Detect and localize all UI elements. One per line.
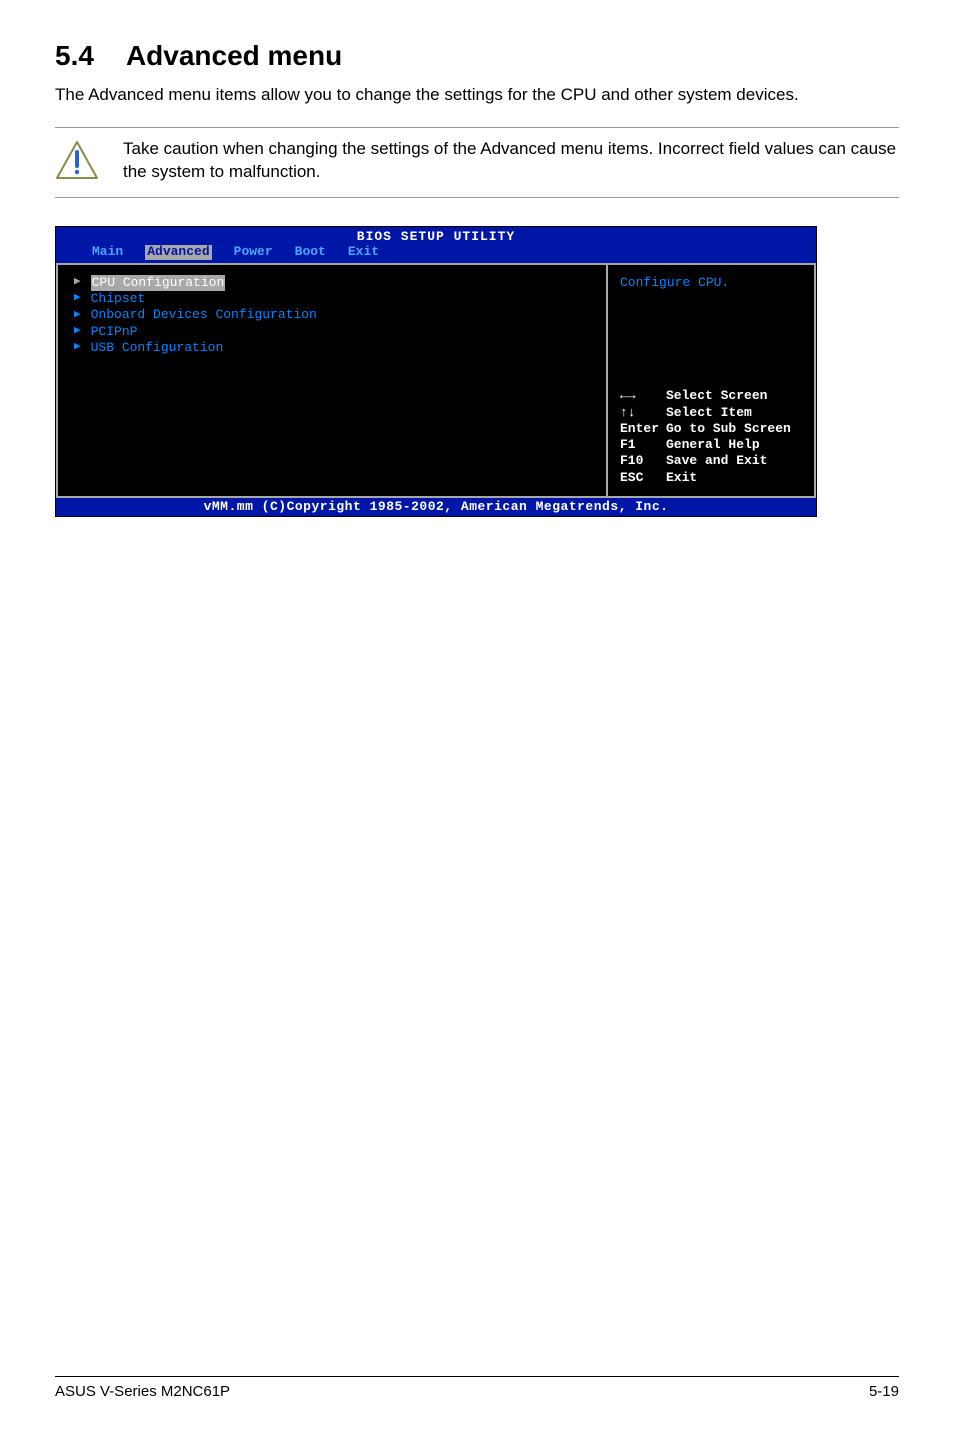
footer-page-number: 5-19 [869, 1383, 899, 1400]
caution-text: Take caution when changing the settings … [123, 138, 899, 184]
menu-item-label: USB Configuration [91, 340, 224, 356]
key-desc: General Help [666, 437, 760, 452]
bios-help-text: Configure CPU. [620, 275, 804, 290]
bios-menu-item-onboard-devices[interactable]: ▶ Onboard Devices Configuration [74, 307, 596, 323]
bios-menu-panel: ▶ CPU Configuration ▶ Chipset ▶ Onboard … [56, 263, 606, 498]
intro-paragraph: The Advanced menu items allow you to cha… [55, 84, 899, 107]
triangle-right-icon: ▶ [74, 276, 81, 290]
key-label: ESC [620, 470, 666, 486]
key-desc: Select Item [666, 405, 752, 420]
key-desc: Exit [666, 470, 697, 485]
page-footer: ASUS V-Series M2NC61P 5-19 [55, 1376, 899, 1400]
section-title: Advanced menu [126, 40, 342, 71]
menu-item-label: CPU Configuration [91, 275, 226, 291]
key-desc: Go to Sub Screen [666, 421, 791, 436]
key-label: ←→ [620, 388, 666, 404]
footer-model: ASUS V-Series M2NC61P [55, 1383, 230, 1400]
bios-tab-bar: Main Advanced Power Boot Exit [56, 245, 816, 263]
bios-tab-exit[interactable]: Exit [348, 245, 379, 260]
bios-title: BIOS SETUP UTILITY [56, 230, 816, 245]
bios-menu-item-chipset[interactable]: ▶ Chipset [74, 291, 596, 307]
menu-item-label: Chipset [91, 291, 146, 307]
bios-tab-advanced[interactable]: Advanced [145, 245, 211, 260]
triangle-right-icon: ▶ [74, 325, 81, 339]
bios-menu-item-cpu-configuration[interactable]: ▶ CPU Configuration [74, 275, 596, 291]
menu-item-label: Onboard Devices Configuration [91, 307, 317, 323]
bios-screenshot: BIOS SETUP UTILITY Main Advanced Power B… [55, 226, 817, 517]
key-label: ↑↓ [620, 405, 666, 421]
key-label: Enter [620, 421, 666, 437]
section-number: 5.4 [55, 40, 94, 72]
bios-menu-item-usb-configuration[interactable]: ▶ USB Configuration [74, 340, 596, 356]
triangle-right-icon: ▶ [74, 292, 81, 306]
bios-key-legend: ←→Select Screen ↑↓Select Item EnterGo to… [620, 388, 804, 486]
triangle-right-icon: ▶ [74, 309, 81, 323]
bios-tab-main[interactable]: Main [92, 245, 123, 260]
bios-header: BIOS SETUP UTILITY Main Advanced Power B… [56, 227, 816, 263]
bios-menu-item-pcipnp[interactable]: ▶ PCIPnP [74, 324, 596, 340]
triangle-right-icon: ▶ [74, 341, 81, 355]
key-desc: Select Screen [666, 388, 767, 403]
key-desc: Save and Exit [666, 453, 767, 468]
caution-block: Take caution when changing the settings … [55, 127, 899, 198]
bios-body: ▶ CPU Configuration ▶ Chipset ▶ Onboard … [56, 263, 816, 498]
bios-tab-boot[interactable]: Boot [295, 245, 326, 260]
key-label: F1 [620, 437, 666, 453]
menu-item-label: PCIPnP [91, 324, 138, 340]
bios-help-panel: Configure CPU. ←→Select Screen ↑↓Select … [606, 263, 816, 498]
bios-copyright-footer: vMM.mm (C)Copyright 1985-2002, American … [56, 498, 816, 517]
bios-tab-power[interactable]: Power [234, 245, 273, 260]
section-heading: 5.4 Advanced menu [55, 40, 899, 72]
caution-icon [55, 140, 99, 185]
key-label: F10 [620, 453, 666, 469]
